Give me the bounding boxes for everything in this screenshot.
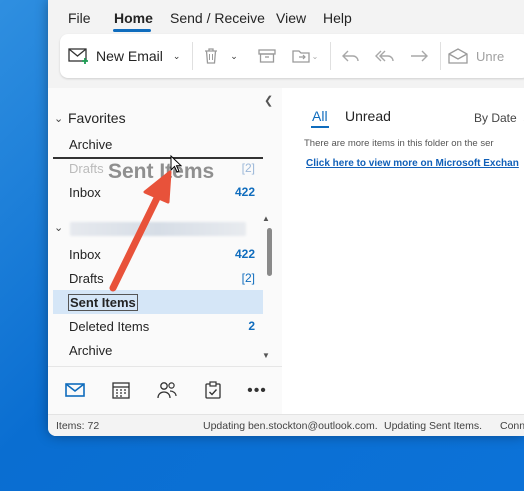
- folder-label: Drafts: [69, 270, 104, 286]
- favorites-label: Favorites: [68, 110, 126, 126]
- account-update-status: Updating ben.stockton@outlook.com.: [203, 420, 378, 432]
- folder-count: [2]: [241, 161, 255, 175]
- archive-icon: [258, 48, 276, 64]
- tasks-icon: [205, 380, 221, 402]
- read-unread-button[interactable]: Unre: [448, 44, 518, 68]
- folder-label: Drafts: [69, 160, 104, 176]
- delete-dropdown-chevron-icon[interactable]: ⌄: [228, 44, 240, 68]
- folder-label: Archive: [69, 136, 113, 152]
- forward-icon: [410, 49, 428, 63]
- view-more-exchange-link[interactable]: Click here to view more on Microsoft Exc…: [306, 158, 519, 169]
- folder-inbox[interactable]: Inbox 422: [53, 242, 263, 266]
- move-button[interactable]: ⌄: [290, 44, 320, 68]
- scrollbar-thumb[interactable]: [267, 228, 272, 276]
- collapse-pane-icon[interactable]: ❮: [264, 94, 273, 107]
- folder-label: Inbox: [69, 184, 101, 200]
- ribbon-divider: [330, 42, 331, 70]
- ribbon-toolbar: New Email ⌄ ⌄ ⌄ Unre: [60, 34, 524, 78]
- sort-label: By Date: [474, 111, 517, 125]
- folder-label: Archive: [69, 342, 113, 358]
- move-chevron-down-icon: ⌄: [311, 51, 319, 61]
- mail-icon: [65, 382, 85, 401]
- new-email-label: New Email: [96, 48, 163, 64]
- folder-archive[interactable]: Archive: [53, 338, 263, 362]
- menu-help[interactable]: Help: [323, 10, 352, 26]
- trash-icon: [203, 47, 219, 65]
- menu-view[interactable]: View: [276, 10, 306, 26]
- mail-nav-button[interactable]: [64, 380, 86, 402]
- calendar-nav-button[interactable]: [110, 380, 132, 402]
- scroll-down-icon[interactable]: ▼: [262, 351, 270, 360]
- unread-count: 422: [234, 185, 255, 199]
- menu-file[interactable]: File: [68, 10, 91, 26]
- reply-button[interactable]: [340, 44, 362, 68]
- chevron-down-icon[interactable]: ⌄: [173, 51, 181, 62]
- mouse-pointer-icon: [170, 154, 183, 176]
- folder-drafts[interactable]: Drafts [2]: [53, 266, 263, 290]
- people-icon: [156, 381, 178, 402]
- folder-pane: ❮ ⌄ Favorites Archive Drafts [2] Inbox 4…: [48, 88, 282, 366]
- tab-unread[interactable]: Unread: [345, 108, 391, 124]
- tab-all-indicator: [311, 126, 329, 128]
- calendar-icon: [112, 381, 130, 402]
- chevron-down-icon: ⌄: [54, 112, 64, 125]
- server-items-notice: There are more items in this folder on t…: [304, 138, 494, 149]
- folder-label: Deleted Items: [69, 318, 150, 334]
- folder-update-status: Updating Sent Items.: [384, 420, 483, 432]
- folder-count: [2]: [241, 271, 255, 285]
- folder-label: Inbox: [69, 246, 101, 262]
- favorites-header[interactable]: ⌄ Favorites: [54, 110, 126, 126]
- drag-ghost-label: Sent Items: [108, 160, 215, 183]
- unread-count: 422: [234, 247, 255, 261]
- connection-status: Conn: [500, 420, 524, 432]
- delete-button[interactable]: [200, 44, 222, 68]
- ribbon-divider: [440, 42, 441, 70]
- forward-button[interactable]: [408, 44, 430, 68]
- reply-icon: [342, 49, 360, 63]
- status-bar: Items: 72 Updating ben.stockton@outlook.…: [48, 414, 524, 436]
- sort-by-date-button[interactable]: By Date ⌄: [474, 111, 524, 125]
- scroll-up-icon[interactable]: ▲: [262, 214, 270, 223]
- folder-deleted-items[interactable]: Deleted Items 2: [53, 314, 263, 338]
- menu-home[interactable]: Home: [114, 10, 153, 26]
- more-apps-icon[interactable]: •••: [246, 380, 268, 402]
- reply-all-button[interactable]: [374, 44, 396, 68]
- read-unread-label: Unre: [476, 48, 505, 64]
- new-email-icon: [68, 47, 90, 65]
- unread-count: 2: [248, 319, 255, 333]
- menu-bar: File Home Send / Receive View Help: [48, 0, 524, 34]
- folder-sent-items[interactable]: Sent Items: [53, 290, 263, 314]
- ribbon-divider: [192, 42, 193, 70]
- new-email-button[interactable]: New Email ⌄: [68, 44, 186, 68]
- account-header[interactable]: ⌄: [54, 221, 68, 234]
- account-name-redacted: [70, 222, 246, 236]
- item-count: Items: 72: [56, 420, 100, 432]
- drop-position-indicator: [53, 157, 263, 159]
- people-nav-button[interactable]: [156, 380, 178, 402]
- envelope-open-icon: [448, 48, 468, 64]
- outlook-window: File Home Send / Receive View Help New E…: [48, 0, 524, 436]
- tasks-nav-button[interactable]: [202, 380, 224, 402]
- favorite-archive[interactable]: Archive: [53, 132, 263, 156]
- module-nav-bar: •••: [48, 366, 282, 415]
- tab-all[interactable]: All: [312, 108, 328, 124]
- menu-send-receive[interactable]: Send / Receive: [170, 10, 265, 26]
- message-list: All Unread By Date ⌄ There are more item…: [282, 88, 524, 414]
- folder-label: Sent Items: [68, 293, 138, 311]
- archive-button[interactable]: [256, 44, 278, 68]
- reply-all-icon: [375, 49, 395, 63]
- home-tab-indicator: [113, 29, 151, 32]
- chevron-down-icon: ⌄: [54, 222, 64, 234]
- move-folder-icon: [291, 48, 310, 64]
